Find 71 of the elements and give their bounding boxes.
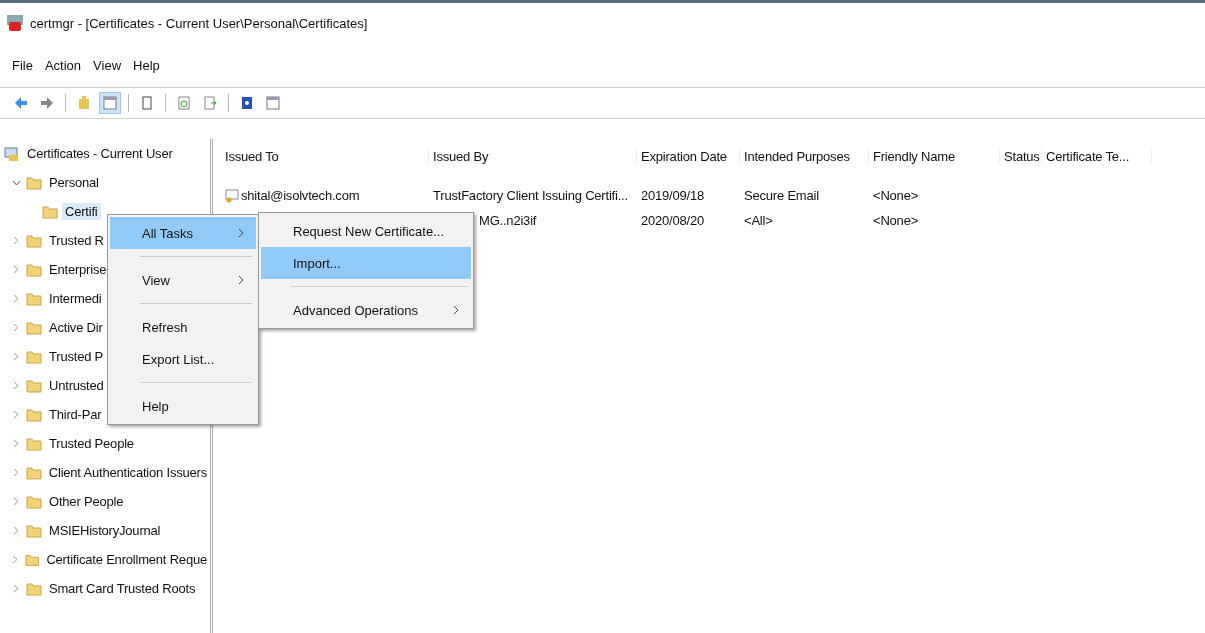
tree-item[interactable]: Enterprise xyxy=(46,261,110,278)
column-header[interactable]: Intended Purposes xyxy=(740,149,869,164)
pane-icon xyxy=(102,95,118,111)
menu-item[interactable]: All Tasks xyxy=(110,217,256,249)
folder-icon xyxy=(26,349,42,364)
folder-icon xyxy=(42,204,58,219)
menu-item[interactable]: Request New Certificate... xyxy=(261,215,471,247)
menu-item[interactable]: Refresh xyxy=(110,311,256,343)
table-cell-text: Secure Email xyxy=(743,188,820,203)
column-header[interactable]: Expiration Date xyxy=(637,149,740,164)
column-header[interactable]: Issued By xyxy=(429,149,637,164)
folder-icon xyxy=(26,378,42,393)
table-cell-text: MG..n2i3if xyxy=(478,213,538,228)
export-icon xyxy=(202,95,218,111)
tree-item[interactable]: Active Dir xyxy=(46,319,106,336)
folder-icon xyxy=(26,320,42,335)
tree-item[interactable]: Third-Par xyxy=(46,406,105,423)
folder-icon xyxy=(26,175,42,190)
table-cell: shital@isolvtech.com xyxy=(221,188,429,203)
forward-arrow-icon xyxy=(39,95,55,111)
folder-icon xyxy=(26,494,42,509)
menu-bar-item[interactable]: Help xyxy=(133,57,160,73)
folder-icon xyxy=(24,552,40,567)
tree-item[interactable]: Smart Card Trusted Roots xyxy=(46,580,199,597)
app-icon xyxy=(6,14,24,32)
tree-item[interactable]: Certifi xyxy=(62,203,101,220)
table-cell-text: TrustFactory Client Issuing Certifi... xyxy=(432,188,629,203)
tree-item[interactable]: Certificates - Current User xyxy=(24,145,176,162)
folder-icon xyxy=(26,581,42,596)
column-header[interactable]: Status xyxy=(1000,149,1042,164)
tree-item[interactable]: Intermedi xyxy=(46,290,105,307)
folder-icon xyxy=(25,465,42,480)
certificate-icon xyxy=(225,188,239,203)
help-icon xyxy=(239,95,255,111)
menu-bar-item[interactable]: Action xyxy=(44,57,82,73)
certificate-store-icon xyxy=(4,145,20,162)
folder-icon xyxy=(26,407,42,422)
folder-icon xyxy=(26,436,42,451)
table-cell-text: <All> xyxy=(743,213,774,228)
table-cell-text: <None> xyxy=(872,213,920,228)
menu-item[interactable]: Help xyxy=(110,390,256,422)
back-arrow-icon xyxy=(13,95,29,111)
tree-item[interactable]: Client Authentication Issuers xyxy=(45,464,210,481)
tree-item[interactable]: Trusted P xyxy=(46,348,107,365)
column-header[interactable]: Certificate Te... xyxy=(1042,149,1152,164)
tree-item[interactable]: MSIEHistoryJournal xyxy=(46,522,164,539)
chevron-down-icon[interactable] xyxy=(10,179,22,186)
tree-item[interactable]: Trusted People xyxy=(46,435,137,452)
folder-icon xyxy=(26,523,42,538)
folder-icon xyxy=(26,262,42,277)
folder-icon xyxy=(26,233,42,248)
menu-bar-item[interactable]: View xyxy=(93,57,122,73)
table-cell-text: <None> xyxy=(872,188,920,203)
folder-icon xyxy=(26,291,42,306)
pane-icon xyxy=(265,95,281,111)
refresh-icon xyxy=(176,95,192,111)
menu-item[interactable]: Advanced Operations xyxy=(261,294,471,326)
tree-item[interactable]: Certificate Enrollment Reque xyxy=(43,551,210,568)
column-header[interactable]: Issued To xyxy=(221,149,429,164)
menu-item[interactable]: Import... xyxy=(261,247,471,279)
column-header[interactable]: Friendly Name xyxy=(869,149,1000,164)
menu-item[interactable]: View xyxy=(110,264,256,296)
table-cell-text: 2019/09/18 xyxy=(640,188,706,203)
menu-bar-item[interactable]: File xyxy=(12,57,33,73)
tree-item[interactable]: Untrusted xyxy=(46,377,107,394)
window-title: certmgr - [Certificates - Current User\Personal\Certificates] xyxy=(30,15,368,31)
tree-item[interactable]: Personal xyxy=(46,174,102,191)
tree-item[interactable]: Trusted R xyxy=(46,232,107,249)
tree-item[interactable]: Other People xyxy=(46,493,127,510)
menu-item[interactable]: Export List... xyxy=(110,343,256,375)
table-cell-text: 2020/08/20 xyxy=(640,213,706,228)
